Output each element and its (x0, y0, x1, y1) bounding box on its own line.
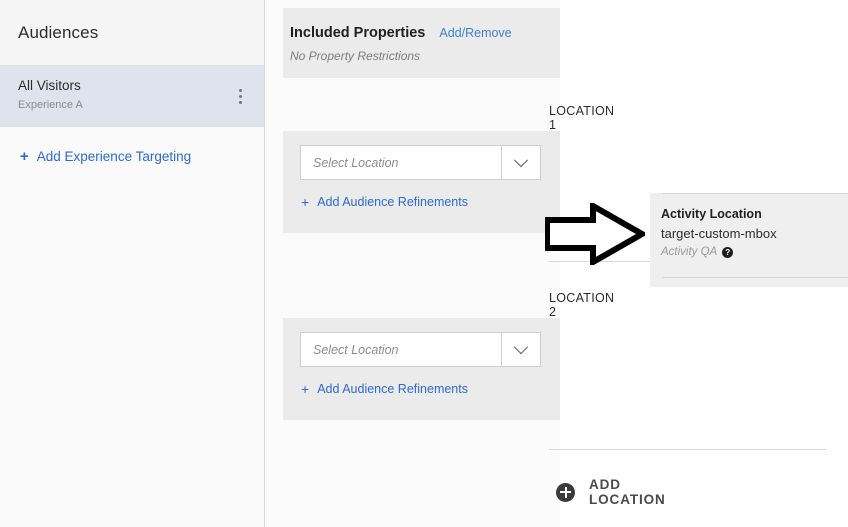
location-2-select-value[interactable]: Select Location (301, 333, 501, 366)
activity-location-value: target-custom-mbox (661, 226, 777, 241)
location-1-card: Select Location + Add Audience Refinemen… (283, 131, 560, 233)
add-experience-targeting-button[interactable]: + Add Experience Targeting (0, 149, 264, 164)
included-properties-title: Included Properties (290, 25, 426, 41)
location-2-card: Select Location + Add Audience Refinemen… (283, 318, 560, 420)
included-properties-header: Included Properties Add/Remove (290, 25, 560, 41)
included-properties-card: Included Properties Add/Remove No Proper… (283, 8, 560, 78)
kebab-menu-icon[interactable] (232, 88, 248, 106)
page-title: Audiences (18, 22, 99, 42)
kebab-dot (238, 89, 242, 92)
question-mark-icon[interactable]: ? (722, 246, 734, 258)
arrow-shape (544, 200, 649, 268)
plus-icon: + (20, 148, 29, 165)
activity-qa-label: Activity QA (661, 246, 718, 258)
activity-location-title: Activity Location (661, 207, 762, 221)
location-1-select-value[interactable]: Select Location (301, 146, 501, 179)
audiences-sidebar: Audiences All Visitors Experience A + Ad… (0, 0, 265, 527)
panel-divider-bottom (662, 277, 848, 278)
no-property-restrictions-text: No Property Restrictions (290, 49, 421, 63)
activity-qa-row: Activity QA ? (661, 246, 734, 258)
kebab-dot (238, 101, 242, 104)
plus-icon: + (301, 194, 310, 210)
audience-experience-label: Experience A (18, 99, 83, 111)
circle-plus-icon (556, 482, 575, 502)
chevron-down-icon[interactable] (501, 146, 540, 179)
add-remove-link[interactable]: Add/Remove (439, 26, 511, 40)
add-audience-refinements-2-button[interactable]: + Add Audience Refinements (301, 382, 468, 396)
audience-list-item-all-visitors[interactable]: All Visitors Experience A (0, 66, 264, 127)
add-experience-targeting-label: Add Experience Targeting (36, 149, 192, 164)
plus-icon: + (301, 381, 310, 397)
location-1-select[interactable]: Select Location (300, 145, 541, 180)
location-2-label: LOCATION 2 (549, 291, 615, 319)
panel-divider-top (662, 193, 848, 194)
included-properties-panel: Included Properties Add/Remove No Proper… (266, 0, 826, 527)
add-location-button[interactable]: ADD LOCATION (556, 477, 666, 507)
chevron-down-icon[interactable] (501, 333, 540, 366)
location-1-label: LOCATION 1 (549, 104, 615, 132)
add-audience-refinements-1-button[interactable]: + Add Audience Refinements (301, 195, 468, 209)
sidebar-header: Audiences (0, 0, 264, 66)
location-2-select[interactable]: Select Location (300, 332, 541, 367)
kebab-dot (238, 95, 242, 98)
add-audience-refinements-1-label: Add Audience Refinements (317, 195, 468, 209)
activity-location-panel: Activity Location target-custom-mbox Act… (650, 193, 848, 287)
section-divider (549, 449, 826, 450)
audience-name: All Visitors (18, 78, 81, 93)
chevron-glyph (513, 339, 529, 354)
right-arrow-svg (544, 200, 649, 268)
right-arrow-icon (544, 200, 649, 268)
chevron-glyph (513, 152, 529, 167)
add-audience-refinements-2-label: Add Audience Refinements (317, 382, 468, 396)
add-location-label: ADD LOCATION (589, 477, 666, 507)
